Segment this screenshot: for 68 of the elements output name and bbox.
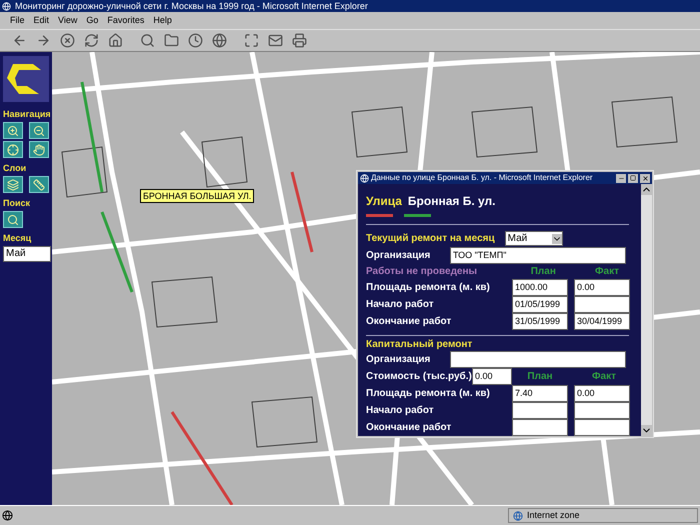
scroll-up-icon[interactable] [641,184,652,195]
field-label: Организация [366,249,432,264]
zoom-out-icon[interactable] [29,122,49,139]
field-label: Площадь ремонта (м. кв) [366,281,491,296]
input-field[interactable]: ТОО "ТЕМП" [450,247,626,264]
minimize-button[interactable] [616,174,626,182]
street-name: Бронная Б. ул. [408,193,496,210]
logo-icon [3,56,49,102]
field-label: Площадь ремонта (м. кв) [366,386,491,401]
search-icon[interactable] [3,211,23,228]
menu-item[interactable]: Help [153,14,172,28]
column-header: Факт [594,265,620,280]
column-header: План [530,265,557,280]
close-button[interactable] [640,174,650,182]
field-label: Организация [366,352,432,367]
zone-text: Internet zone [527,508,580,522]
dropdown-icon [552,234,562,244]
scroll-down-icon[interactable] [641,425,652,436]
input-field[interactable] [450,350,626,368]
input-field[interactable] [574,296,630,314]
menu-item[interactable]: Go [86,14,98,28]
field-label: Начало работ [366,298,435,312]
menu-item[interactable]: Edit [34,14,50,28]
field-label: Окончание работ [366,315,452,330]
title-text: Мониторинг дорожно-уличной сети г. Москвы на 1999 год - Microsoft Internet Explorer [15,0,368,12]
street-tooltip: БРОННАЯ БОЛЬШАЯ УЛ. [140,189,254,203]
section-title: Слои [3,162,28,174]
section-title: Текущий ремонт на месяц [366,232,495,246]
maximize-button[interactable] [628,174,638,182]
popup-title: Данные по улице Бронная Б. ул. - Microsoft Internet Explorer [371,172,594,184]
column-header: План [526,370,554,384]
input-field[interactable]: 0.00 [574,279,630,296]
globe-icon [513,510,523,520]
field-label: Стоимость (тыс.руб.) [366,370,472,384]
input-field[interactable]: 7.40 [512,384,568,402]
ruler-icon[interactable] [29,176,49,193]
maximize-icon [630,175,636,181]
layers-icon[interactable] [3,176,23,193]
input-field[interactable] [512,419,568,436]
section-title: Капитальный ремонт [366,338,474,351]
input-field[interactable]: 0.00 [472,368,512,385]
menu-item[interactable]: File [10,14,25,28]
input-field[interactable] [512,402,568,419]
field-label: Начало работ [366,404,435,418]
section-title: Поиск [3,197,32,209]
month-select[interactable]: Май [504,231,563,246]
column-header: Факт [591,370,617,384]
input-field[interactable]: 30/04/1999 [574,313,630,330]
status-text: Работы не проведены [366,265,478,280]
section-title: Навигация [3,108,52,120]
menu-item[interactable]: View [58,14,78,28]
browser-icon [360,174,369,182]
month-field[interactable]: Май [3,246,51,262]
browser-icon [2,2,11,10]
input-field[interactable] [574,402,630,419]
hand-icon[interactable] [29,141,49,158]
crosshair-icon[interactable] [3,141,23,158]
street-label: Улица [366,193,402,210]
input-field[interactable]: 01/05/1999 [512,296,568,314]
input-field[interactable] [574,419,630,436]
section-title: Месяц [3,232,32,244]
close-icon [642,174,648,182]
input-field[interactable]: 1000.00 [512,279,568,296]
input-field[interactable]: 0.00 [574,384,630,402]
input-field[interactable]: 31/05/1999 [512,313,568,330]
zoom-in-icon[interactable] [3,122,23,139]
menu-item[interactable]: Favorites [107,14,144,28]
field-label: Окончание работ [366,421,452,435]
